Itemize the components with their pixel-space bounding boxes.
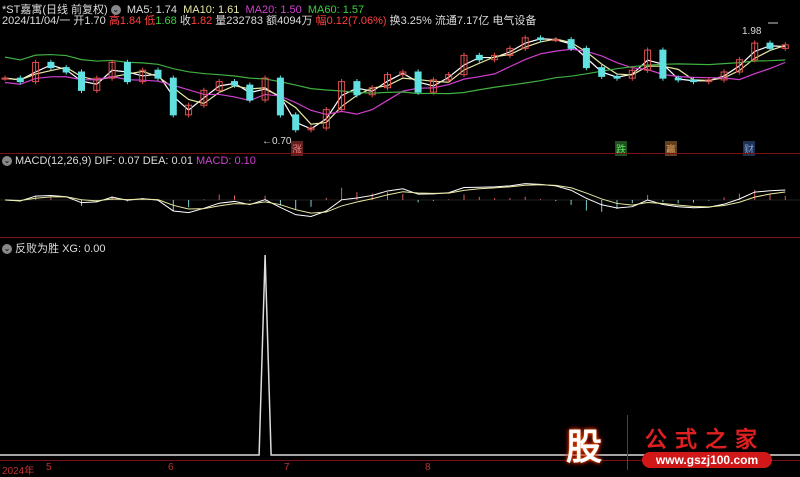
dea-line [4,184,786,214]
xg-header: ⌄ 反败为胜 XG: 0.00 [2,240,105,256]
low-price-label: ←0.70 [262,136,292,147]
xg-title: 反败为胜 [15,243,59,255]
candle [567,39,575,49]
candle [78,71,85,91]
candle [613,75,621,79]
candle [537,37,544,41]
macd-value: MACD: 0.10 [196,155,256,167]
chevron-down-icon[interactable]: ⌄ [2,244,12,255]
watermark-divider [627,415,628,470]
watermark-name: 公式之家 [645,427,766,452]
candle [231,81,238,86]
dif-value: DIF: 0.07 [94,155,140,167]
axis-month: 6 [168,462,174,473]
axis-month: 8 [425,462,431,473]
candle [154,69,162,79]
ma5-line [4,38,786,130]
candle [246,84,254,101]
axis-year: 2024年 [2,466,35,477]
dea-value: DEA: 0.01 [142,155,193,167]
watermark-url: www.gszj100.com [642,452,772,468]
candle [62,67,70,73]
candle [276,77,284,116]
ma60-line [4,53,786,95]
candle [690,79,697,83]
candle [123,61,131,83]
candle [674,77,682,81]
candle [582,47,590,69]
ma10-line [4,38,786,125]
chevron-down-icon[interactable]: ⌄ [2,156,12,167]
watermark-logo: 股 [565,426,602,467]
candle [16,77,24,83]
candle [169,77,177,116]
panel-divider [0,237,800,238]
macd-title: MACD(12,26,9) [15,155,92,167]
candle [598,67,606,77]
axis-month: 5 [46,462,52,473]
macd-header: ⌄ MACD(12,26,9) DIF: 0.07 DEA: 0.01 MACD:… [2,155,256,167]
candle [766,42,774,49]
panel-divider [0,153,800,154]
candle [1,77,9,80]
candle [552,39,560,42]
candle [47,61,55,69]
candle [353,81,361,96]
candle [414,71,422,93]
axis-month: 7 [284,462,290,473]
xg-value: XG: 0.00 [62,243,106,255]
candle [292,114,300,131]
candle [475,54,483,61]
high-price-label: 1.98 [742,26,762,37]
candle [659,49,667,79]
